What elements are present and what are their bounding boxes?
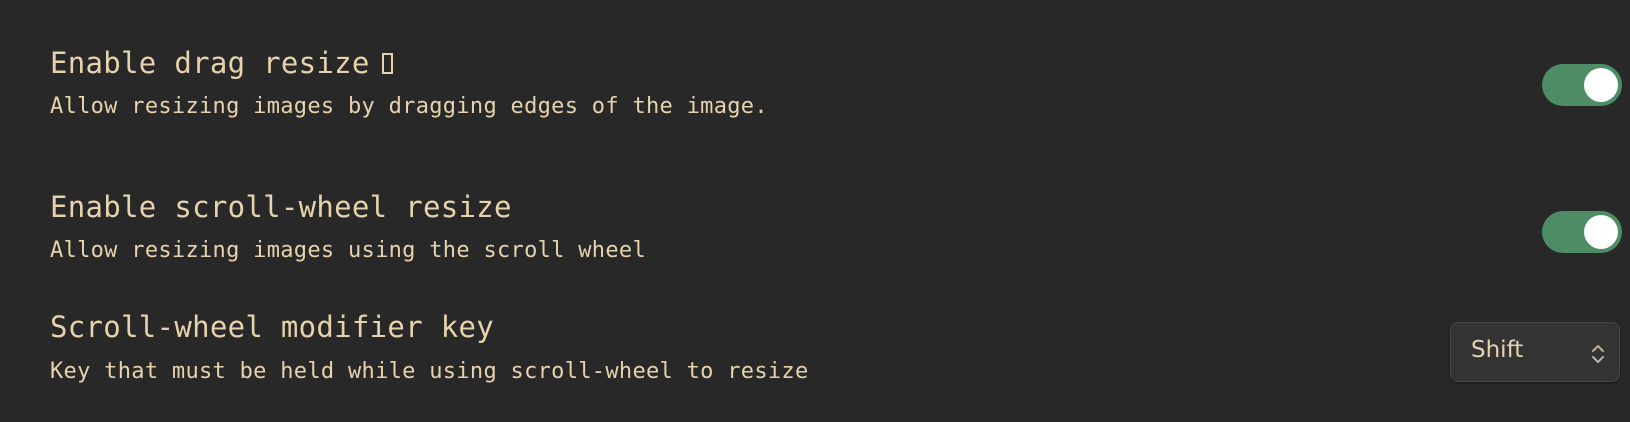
missing-glyph-icon <box>381 53 393 74</box>
toggle-knob <box>1584 215 1618 249</box>
setting-title-text: Enable drag resize <box>50 46 370 80</box>
setting-description: Allow resizing images using the scroll w… <box>50 238 646 263</box>
dropdown-selected-value: Shift <box>1471 337 1524 363</box>
scroll-wheel-resize-toggle[interactable] <box>1542 211 1622 253</box>
drag-resize-toggle[interactable] <box>1542 64 1622 106</box>
setting-title: Enable scroll-wheel resize <box>50 190 512 224</box>
setting-modifier-key: Scroll-wheel modifier key Key that must … <box>50 280 1630 422</box>
setting-title: Scroll-wheel modifier key <box>50 310 494 344</box>
settings-panel: Enable drag resize Allow resizing images… <box>0 0 1630 422</box>
toggle-knob <box>1584 68 1618 102</box>
modifier-key-dropdown[interactable]: Shift <box>1450 322 1620 382</box>
chevron-up-down-icon <box>1592 345 1604 363</box>
setting-description: Allow resizing images by dragging edges … <box>50 94 768 119</box>
setting-drag-resize: Enable drag resize Allow resizing images… <box>50 0 1630 140</box>
setting-scroll-wheel-resize: Enable scroll-wheel resize Allow resizin… <box>50 140 1630 280</box>
setting-description: Key that must be held while using scroll… <box>50 359 809 384</box>
setting-title: Enable drag resize <box>50 46 393 80</box>
